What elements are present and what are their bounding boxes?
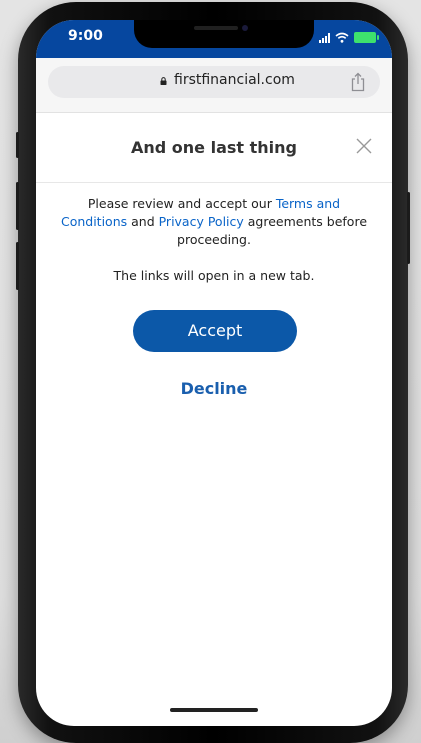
- signal-icon: [319, 33, 330, 43]
- browser-toolbar: firstfinancial.com: [36, 58, 392, 113]
- status-icons: [319, 32, 379, 43]
- close-icon[interactable]: [354, 136, 374, 156]
- terms-message: Please review and accept our Terms and C…: [58, 195, 370, 249]
- lock-icon: [160, 77, 167, 85]
- phone-screen: 9:00 firstfinancial.com And one last thi…: [36, 20, 392, 726]
- message-and: and: [127, 214, 159, 229]
- side-button-left-2: [16, 182, 19, 230]
- url-text: firstfinancial.com: [174, 72, 295, 88]
- side-button-right: [407, 192, 410, 264]
- wifi-icon: [335, 32, 349, 43]
- notch: [134, 20, 314, 48]
- battery-icon: [354, 32, 379, 43]
- side-button-left-1: [16, 132, 19, 158]
- front-camera: [242, 25, 248, 31]
- speaker-grille: [194, 26, 238, 30]
- modal-header: And one last thing: [36, 112, 392, 183]
- side-button-left-3: [16, 242, 19, 290]
- decline-button[interactable]: Decline: [36, 379, 392, 398]
- status-time: 9:00: [68, 28, 103, 44]
- home-indicator: [170, 708, 258, 712]
- accept-button[interactable]: Accept: [133, 310, 297, 352]
- modal-title: And one last thing: [131, 138, 297, 157]
- address-bar[interactable]: firstfinancial.com: [48, 66, 380, 98]
- share-icon[interactable]: [350, 72, 366, 92]
- message-prefix: Please review and accept our: [87, 196, 276, 211]
- new-tab-note: The links will open in a new tab.: [113, 268, 315, 283]
- privacy-link[interactable]: Privacy Policy: [159, 214, 244, 229]
